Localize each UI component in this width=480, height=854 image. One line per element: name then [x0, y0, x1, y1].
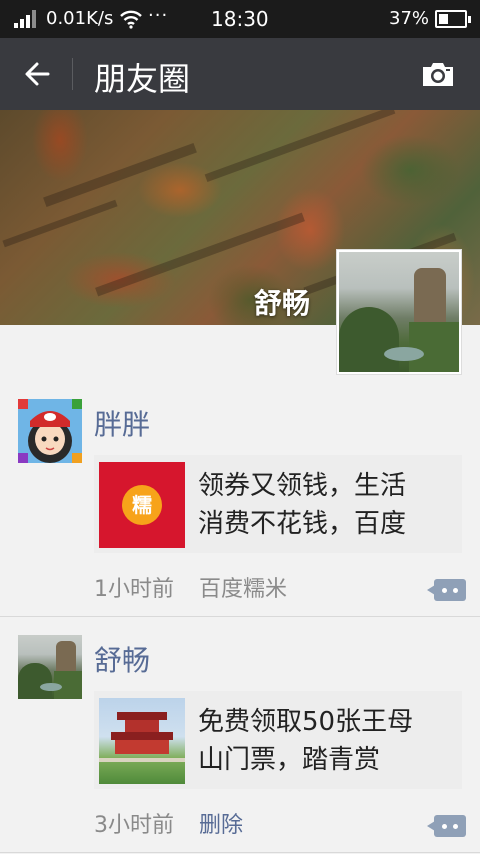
link-title-line-1: 免费领取50张王母 — [198, 707, 414, 737]
title-divider — [72, 58, 73, 90]
battery-icon — [435, 10, 471, 28]
network-speed: 0.01K/s — [46, 8, 114, 29]
post-avatar[interactable] — [18, 399, 82, 463]
post-divider — [0, 616, 480, 617]
wifi-icon — [119, 9, 143, 34]
coin-icon: 糯 — [122, 485, 162, 525]
link-title-line-2: 消费不花钱，百度 — [198, 509, 407, 539]
link-title-line-2: 山门票，踏青赏 — [198, 745, 381, 775]
post-divider — [0, 852, 480, 853]
temple-icon — [117, 712, 167, 720]
post-author-name[interactable]: 胖胖 — [94, 403, 150, 443]
link-title-line-1: 领券又领钱，生活 — [198, 471, 407, 501]
post-author-name[interactable]: 舒畅 — [94, 639, 150, 679]
link-thumbnail: 糯 — [99, 462, 185, 548]
camera-button[interactable] — [420, 58, 456, 90]
profile-avatar[interactable] — [336, 249, 462, 375]
shared-link-card[interactable]: 免费领取50张王母 山门票，踏青赏 — [94, 691, 462, 789]
delete-button[interactable]: 删除 — [199, 807, 243, 839]
post-time: 1小时前 — [94, 577, 174, 602]
signal-icon — [14, 10, 38, 28]
camera-icon — [423, 63, 453, 86]
clock: 18:30 — [211, 7, 269, 31]
back-button[interactable] — [20, 56, 56, 92]
shared-link-card[interactable]: 糯 领券又领钱，生活 消费不花钱，百度 — [94, 455, 462, 553]
title-bar: 朋友圈 — [0, 38, 480, 110]
page-title: 朋友圈 — [94, 60, 191, 98]
post-source[interactable]: 百度糯米 — [199, 571, 287, 603]
arrow-left-icon — [25, 62, 50, 86]
link-thumbnail — [99, 698, 185, 784]
post-time: 3小时前 — [94, 813, 174, 838]
comment-icon[interactable] — [427, 579, 466, 601]
status-bar: 0.01K/s ··· 18:30 37% — [0, 0, 480, 38]
profile-nickname: 舒畅 — [254, 287, 311, 320]
more-notifications-icon: ··· — [148, 5, 169, 26]
post-avatar[interactable] — [18, 635, 82, 699]
comment-icon[interactable] — [427, 815, 466, 837]
battery-percent: 37% — [389, 8, 430, 29]
